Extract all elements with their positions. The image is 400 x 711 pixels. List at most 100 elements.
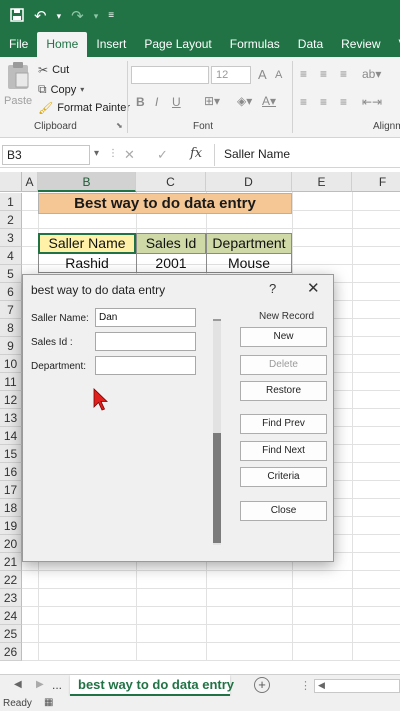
tab-review[interactable]: Review bbox=[332, 32, 389, 57]
more-sheets-button[interactable]: ... bbox=[52, 678, 62, 692]
close-button[interactable]: Close bbox=[240, 501, 327, 521]
row-header[interactable]: 1 bbox=[0, 193, 22, 211]
cell-department[interactable]: Mouse bbox=[206, 255, 292, 271]
redo-dropdown-icon[interactable]: ▾ bbox=[94, 11, 99, 21]
sheet-tab-active[interactable]: best way to do data entry bbox=[70, 675, 234, 696]
row-header[interactable]: 9 bbox=[0, 337, 22, 355]
department-field[interactable] bbox=[95, 356, 196, 375]
fill-color-icon[interactable]: ◈▾ bbox=[237, 94, 252, 108]
redo-icon[interactable]: ↷ bbox=[71, 9, 84, 24]
font-color-icon[interactable]: A▾ bbox=[262, 94, 276, 108]
row-header[interactable]: 4 bbox=[0, 247, 22, 265]
undo-dropdown-icon[interactable]: ▾ bbox=[57, 11, 62, 21]
tab-page-layout[interactable]: Page Layout bbox=[135, 32, 220, 57]
orientation-icon[interactable]: ab▾ bbox=[362, 67, 381, 81]
row-header[interactable]: 8 bbox=[0, 319, 22, 337]
column-header-d[interactable]: D bbox=[206, 172, 292, 192]
row-header[interactable]: 18 bbox=[0, 499, 22, 517]
select-all-corner[interactable] bbox=[0, 172, 22, 192]
customize-icon[interactable]: ≡ bbox=[108, 11, 114, 21]
cell-saller-name[interactable]: Rashid bbox=[38, 255, 136, 271]
column-header-b[interactable]: B bbox=[38, 172, 136, 192]
align-bottom-icon[interactable]: ≡ bbox=[340, 67, 347, 81]
cut-button[interactable]: ✂ Cut bbox=[38, 63, 69, 77]
row-header[interactable]: 19 bbox=[0, 517, 22, 535]
find-next-button[interactable]: Find Next bbox=[240, 441, 327, 461]
restore-button[interactable]: Restore bbox=[240, 381, 327, 401]
indent-icon[interactable]: ⇤⇥ bbox=[362, 95, 382, 109]
tab-formulas[interactable]: Formulas bbox=[221, 32, 289, 57]
row-header[interactable]: 12 bbox=[0, 391, 22, 409]
row-header[interactable]: 25 bbox=[0, 625, 22, 643]
scrollbar-thumb[interactable] bbox=[213, 433, 221, 543]
row-header[interactable]: 11 bbox=[0, 373, 22, 391]
shrink-font-icon[interactable]: A bbox=[275, 69, 282, 81]
copy-button[interactable]: ⧉ Copy ▾ bbox=[38, 82, 84, 97]
save-icon[interactable] bbox=[10, 7, 24, 25]
row-header[interactable]: 15 bbox=[0, 445, 22, 463]
format-painter-button[interactable]: 🖌 Format Painter bbox=[38, 101, 130, 115]
dialog-launcher-icon[interactable]: ⬊ bbox=[116, 121, 123, 130]
row-header[interactable]: 10 bbox=[0, 355, 22, 373]
name-box-dropdown-icon[interactable]: ▾ bbox=[94, 148, 99, 159]
enter-icon[interactable]: ✓ bbox=[157, 147, 168, 163]
sales-id-field[interactable] bbox=[95, 332, 196, 351]
row-header[interactable]: 7 bbox=[0, 301, 22, 319]
undo-icon[interactable]: ↶ bbox=[34, 9, 47, 24]
criteria-button[interactable]: Criteria bbox=[240, 467, 327, 487]
underline-button[interactable]: U bbox=[172, 95, 181, 109]
tab-data[interactable]: Data bbox=[289, 32, 332, 57]
column-header-f[interactable]: F bbox=[352, 172, 400, 192]
row-header[interactable]: 22 bbox=[0, 571, 22, 589]
scroll-left-icon[interactable]: ◀ bbox=[318, 680, 325, 691]
cancel-icon[interactable]: ✕ bbox=[124, 147, 135, 163]
row-header[interactable]: 23 bbox=[0, 589, 22, 607]
row-header[interactable]: 17 bbox=[0, 481, 22, 499]
row-header[interactable]: 2 bbox=[0, 211, 22, 229]
align-center-icon[interactable]: ≡ bbox=[320, 95, 327, 109]
column-header-c[interactable]: C bbox=[136, 172, 206, 192]
tab-split-handle[interactable]: ⋮ bbox=[300, 679, 311, 692]
cell-sales-id[interactable]: 2001 bbox=[136, 255, 206, 271]
row-header[interactable]: 5 bbox=[0, 265, 22, 283]
tab-view[interactable]: View bbox=[390, 32, 400, 57]
row-header[interactable]: 21 bbox=[0, 553, 22, 571]
row-header[interactable]: 6 bbox=[0, 283, 22, 301]
paste-button[interactable]: Paste bbox=[4, 61, 32, 115]
fx-icon[interactable]: fx bbox=[190, 146, 202, 161]
align-middle-icon[interactable]: ≡ bbox=[320, 67, 327, 81]
font-name-box[interactable] bbox=[131, 66, 209, 84]
row-header[interactable]: 16 bbox=[0, 463, 22, 481]
column-header-e[interactable]: E bbox=[292, 172, 352, 192]
font-size-box[interactable]: 12 bbox=[211, 66, 251, 84]
row-header[interactable]: 24 bbox=[0, 607, 22, 625]
find-prev-button[interactable]: Find Prev bbox=[240, 414, 327, 434]
delete-button[interactable]: Delete bbox=[240, 355, 327, 375]
formula-input[interactable]: Saller Name bbox=[224, 147, 290, 161]
help-icon[interactable]: ? bbox=[269, 281, 276, 296]
align-left-icon[interactable]: ≡ bbox=[300, 95, 307, 109]
tab-home[interactable]: Home bbox=[37, 32, 88, 57]
new-button[interactable]: New bbox=[240, 327, 327, 347]
row-header[interactable]: 20 bbox=[0, 535, 22, 553]
prev-sheet-icon[interactable]: ◀ bbox=[14, 679, 22, 690]
align-top-icon[interactable]: ≡ bbox=[300, 67, 307, 81]
tab-file[interactable]: File bbox=[0, 32, 37, 57]
close-icon[interactable]: ✕ bbox=[307, 279, 320, 297]
record-scrollbar[interactable] bbox=[213, 321, 221, 545]
row-header[interactable]: 3 bbox=[0, 229, 22, 247]
name-box[interactable]: B3 bbox=[2, 145, 90, 165]
add-sheet-button[interactable]: + bbox=[254, 677, 270, 693]
next-sheet-icon[interactable]: ▶ bbox=[36, 679, 44, 690]
italic-button[interactable]: I bbox=[155, 95, 158, 109]
align-right-icon[interactable]: ≡ bbox=[340, 95, 347, 109]
tab-insert[interactable]: Insert bbox=[87, 32, 135, 57]
accessibility-icon[interactable]: ▦ bbox=[44, 697, 53, 708]
grow-font-icon[interactable]: A bbox=[258, 67, 267, 82]
horizontal-scrollbar[interactable]: ◀ bbox=[314, 679, 400, 693]
column-header-a[interactable]: A bbox=[22, 172, 38, 192]
borders-icon[interactable]: ⊞▾ bbox=[204, 94, 220, 108]
row-header[interactable]: 26 bbox=[0, 643, 22, 661]
saller-name-field[interactable]: Dan bbox=[95, 308, 196, 327]
row-header[interactable]: 13 bbox=[0, 409, 22, 427]
